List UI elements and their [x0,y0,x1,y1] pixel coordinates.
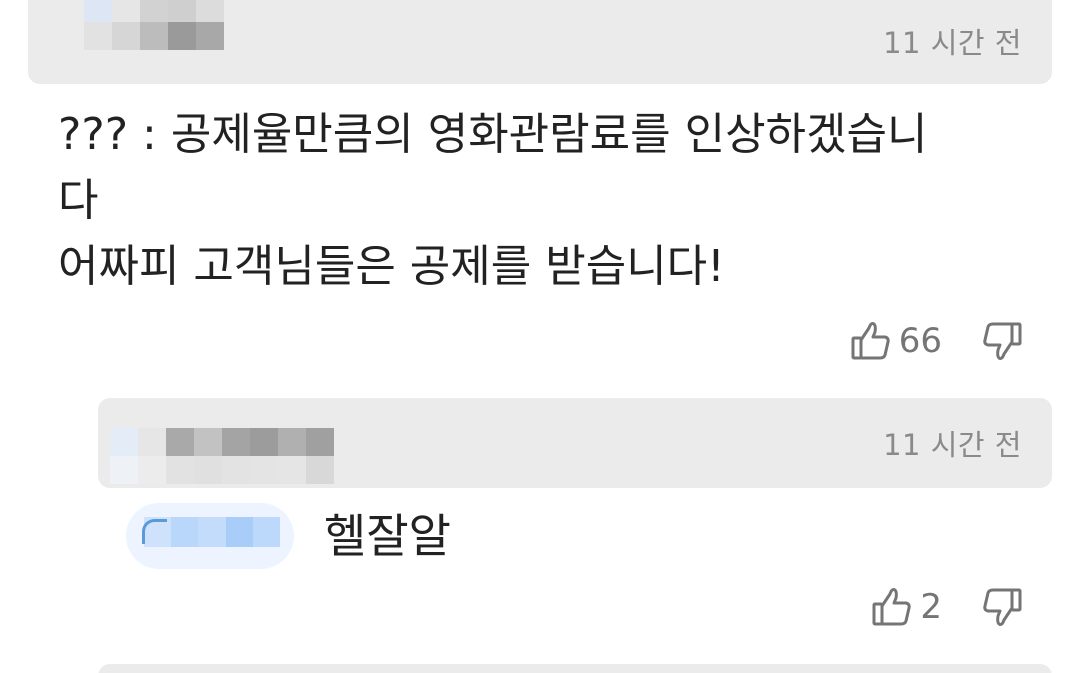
comment-line: 어짜피 고객님들은 공제를 받습니다! [58,241,725,292]
comment-line: ??? : 공제율만큼의 영화관람료를 인상하겠습니 [58,109,928,160]
thumbs-up-icon[interactable] [870,584,914,630]
redacted-username[interactable] [84,0,224,50]
thumbs-down-icon[interactable] [980,318,1024,364]
reply-actions: 2 [870,584,1024,630]
redacted-reply-username[interactable] [110,428,334,484]
comment-actions: 66 [849,318,1024,364]
like-count: 66 [898,321,942,361]
mention-chip[interactable] [126,503,294,569]
comment-header: 11 시간 전 [28,0,1052,84]
comment-timestamp: 11 시간 전 [883,26,1022,60]
reply-timestamp: 11 시간 전 [883,428,1022,462]
mention-avatar-icon [142,519,167,544]
next-comment-header [98,664,1052,673]
thumbs-up-icon[interactable] [849,318,893,364]
comment-thread: 11 시간 전 ??? : 공제율만큼의 영화관람료를 인상하겠습니 다 어짜피… [0,0,1080,673]
comment-line: 다 [58,175,99,226]
like-count: 2 [920,587,942,627]
thumbs-down-icon[interactable] [980,584,1024,630]
reply-body: 헬잘알 [324,509,451,563]
comment-body: ??? : 공제율만큼의 영화관람료를 인상하겠습니 다 어짜피 고객님들은 공… [58,102,1038,300]
